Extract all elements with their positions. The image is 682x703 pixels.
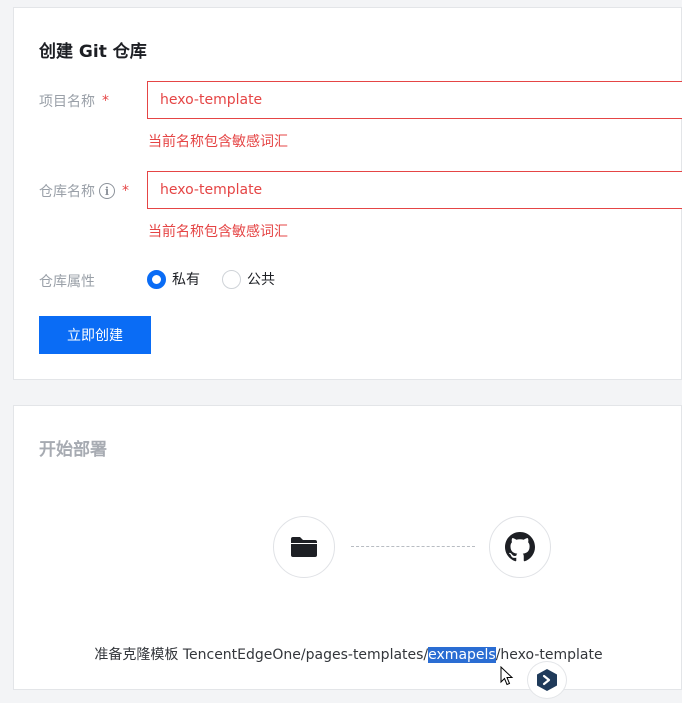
deploy-title: 开始部署 <box>39 440 107 460</box>
radio-public[interactable]: 公共 <box>222 269 275 289</box>
repo-name-error: 当前名称包含敏感词汇 <box>148 224 288 240</box>
create-repo-title: 创建 Git 仓库 <box>39 42 147 62</box>
github-icon <box>505 532 535 562</box>
connector-line <box>351 546 475 547</box>
clone-path-text: 准备克隆模板 TencentEdgeOne/pages-templates/ex… <box>14 644 682 664</box>
project-name-error: 当前名称包含敏感词汇 <box>148 134 288 150</box>
create-repo-card: 创建 Git 仓库 项目名称 * 当前名称包含敏感词汇 仓库名称 i * 当前名称… <box>13 7 682 380</box>
assistant-logo-icon <box>537 669 557 691</box>
folder-icon <box>291 537 317 557</box>
project-name-label: 项目名称 * <box>39 91 109 111</box>
repo-visibility-radio-group: 私有 公共 <box>147 269 297 289</box>
create-now-button[interactable]: 立即创建 <box>39 316 151 354</box>
radio-unchecked-icon[interactable] <box>222 269 241 289</box>
repo-visibility-label-text: 仓库属性 <box>39 274 95 290</box>
deploy-card: 开始部署 准备克隆模板 TencentEdgeOne/pages-templat… <box>13 405 682 690</box>
radio-checked-icon[interactable] <box>147 269 166 289</box>
folder-step <box>273 516 335 578</box>
project-name-label-text: 项目名称 <box>39 94 95 110</box>
radio-private[interactable]: 私有 <box>147 269 200 289</box>
floating-assistant-button[interactable] <box>527 661 567 699</box>
project-name-input[interactable] <box>147 81 682 119</box>
github-step <box>489 516 551 578</box>
repo-visibility-label: 仓库属性 <box>39 271 95 291</box>
repo-name-input[interactable] <box>147 171 682 209</box>
mouse-cursor-icon <box>500 666 514 686</box>
radio-private-label: 私有 <box>172 272 200 288</box>
clone-path-highlight: exmapels <box>428 647 496 663</box>
required-mark: * <box>122 183 129 199</box>
radio-public-label: 公共 <box>247 272 275 288</box>
clone-path-prefix: 准备克隆模板 TencentEdgeOne/pages-templates/ <box>94 647 429 663</box>
info-icon[interactable]: i <box>99 183 115 199</box>
required-mark: * <box>102 93 109 109</box>
repo-name-label-text: 仓库名称 <box>39 184 95 200</box>
repo-name-label: 仓库名称 i * <box>39 181 129 201</box>
